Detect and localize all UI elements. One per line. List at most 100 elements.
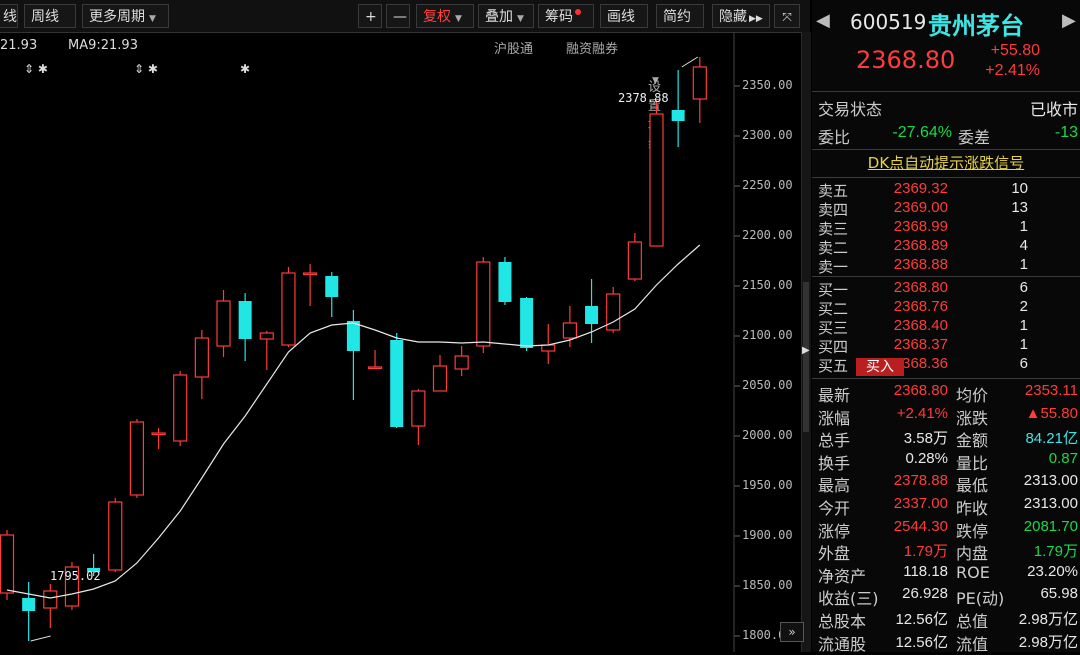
kline-chart-area[interactable]: 线 周线 更多周期 ▼ + — 复权 ▼ 叠加 ▼ 筹码 画线 简约 隐藏 ▶▶ ⤧ 2… — [0, 0, 811, 652]
next-stock-icon[interactable]: ▶ — [1062, 10, 1076, 31]
candle[interactable] — [390, 333, 404, 428]
stat-value: ▲55.80 — [1025, 404, 1078, 422]
candle[interactable] — [216, 290, 231, 357]
bid-row[interactable]: 买二 2368.76 2 — [812, 298, 1080, 318]
level-volume: 4 — [1019, 237, 1028, 254]
bid-row[interactable]: 买五 2368.36 6 — [812, 355, 1080, 375]
stat-label: ROE — [956, 562, 990, 582]
weekly-line-tab[interactable]: 周线 — [24, 4, 76, 28]
candle-body — [411, 390, 426, 427]
weibi-label: 委比 — [818, 128, 851, 147]
candle[interactable] — [0, 530, 15, 600]
ask-row[interactable]: 卖一 2368.88 1 — [812, 256, 1080, 276]
candle[interactable] — [627, 233, 642, 281]
bid-row[interactable]: 买三 2368.40 1 — [812, 317, 1080, 337]
more-periods-dropdown[interactable]: 更多周期 ▼ — [82, 4, 169, 28]
stock-code: 600519 — [850, 10, 927, 34]
candle[interactable] — [303, 264, 318, 306]
candle[interactable] — [259, 331, 274, 370]
candle-body — [454, 355, 469, 370]
dk-signal-link[interactable]: DK点自动提示涨跌信号 — [868, 154, 1024, 172]
candle[interactable] — [281, 267, 296, 347]
stat-label: 净资产 — [818, 566, 867, 586]
candle[interactable] — [520, 297, 534, 351]
chips-button[interactable]: 筹码 — [538, 4, 594, 28]
ask-row[interactable]: 卖二 2368.89 4 — [812, 237, 1080, 257]
candle-body — [325, 276, 339, 297]
candle[interactable] — [498, 257, 512, 305]
candlestick-plot[interactable] — [0, 32, 740, 652]
adjust-rights-dropdown[interactable]: 复权 ▼ — [416, 4, 474, 28]
overlay-dropdown[interactable]: 叠加 ▼ — [478, 4, 534, 28]
candle[interactable] — [129, 419, 144, 498]
level-label: 买二 — [818, 300, 849, 318]
candle[interactable] — [476, 257, 491, 353]
level-label: 买三 — [818, 319, 849, 337]
candle[interactable] — [43, 584, 58, 628]
stat-row: 收益(三) 26.928 PE(动) 65.98 — [812, 585, 1080, 609]
level-price: 2369.00 — [893, 199, 948, 216]
candle[interactable] — [432, 355, 448, 392]
expand-right-button[interactable]: » — [780, 622, 804, 642]
candle[interactable] — [671, 70, 685, 147]
draw-line-button[interactable]: 画线 — [600, 4, 648, 28]
daily-line-tab[interactable]: 线 — [0, 4, 18, 28]
scrollbar-thumb[interactable] — [803, 282, 809, 432]
ask-row[interactable]: 卖五 2369.32 10 — [812, 180, 1080, 200]
divider — [812, 177, 1080, 178]
candle[interactable] — [692, 57, 707, 123]
zoom-in-button[interactable]: + — [358, 4, 382, 28]
candle[interactable] — [22, 582, 36, 641]
stat-value: 1.79万 — [1033, 543, 1078, 561]
stat-row: 总股本 12.56亿 总值 2.98万亿 — [812, 608, 1080, 631]
stat-label: 昨收 — [956, 499, 989, 518]
simple-mode-button[interactable]: 简约 — [656, 4, 704, 28]
stat-label: 最高 — [818, 476, 851, 496]
bid-row[interactable]: 买一 2368.80 6 — [812, 279, 1080, 299]
ask-row[interactable]: 卖四 2369.00 13 — [812, 199, 1080, 219]
stat-value: 23.20% — [1027, 562, 1078, 580]
ask-row[interactable]: 卖三 2368.99 1 — [812, 218, 1080, 238]
stat-label: PE(动) — [956, 589, 1005, 609]
candle[interactable] — [173, 371, 188, 446]
bid-row[interactable]: 买四 2368.37 1 — [812, 336, 1080, 356]
candle[interactable] — [606, 287, 621, 333]
stat-row: 最高 2378.88 最低 2313.00 — [812, 472, 1080, 496]
candle[interactable] — [151, 428, 166, 449]
hide-button[interactable]: 隐藏 ▶▶ — [712, 4, 770, 28]
stat-row: 流通股 12.56亿 流值 2.98万亿 — [812, 631, 1080, 654]
candle[interactable] — [238, 293, 252, 361]
zoom-out-button[interactable]: — — [386, 4, 410, 28]
stat-value: 65.98 — [1040, 585, 1078, 603]
stat-value: 2313.00 — [1023, 495, 1078, 512]
candle[interactable] — [367, 350, 383, 370]
candle-body — [0, 534, 15, 594]
stat-label: 最低 — [956, 476, 989, 496]
price-change-pct: +2.41% — [985, 62, 1040, 79]
buy-button[interactable]: 买入 — [856, 358, 904, 376]
stat-label: 总值 — [956, 612, 989, 631]
candle-body — [238, 301, 252, 339]
level-volume: 10 — [1011, 180, 1028, 197]
candle[interactable] — [411, 389, 426, 445]
stat-label: 量比 — [956, 453, 989, 473]
divider — [812, 149, 1080, 150]
stat-value: 2378.88 — [893, 472, 948, 490]
stat-label: 均价 — [956, 386, 989, 405]
fullscreen-button[interactable]: ⤧ — [774, 4, 800, 28]
candle[interactable] — [454, 346, 469, 376]
stat-value: 2353.11 — [1024, 382, 1078, 399]
level-label: 买一 — [818, 281, 849, 299]
candle[interactable] — [108, 498, 123, 572]
candle[interactable] — [325, 272, 339, 317]
candle-body — [281, 272, 296, 346]
stat-value: 2.98万亿 — [1018, 633, 1078, 651]
level-volume: 1 — [1019, 256, 1028, 273]
stat-label: 外盘 — [818, 544, 851, 564]
level-label: 买四 — [818, 338, 849, 356]
candle[interactable] — [649, 102, 664, 247]
collapse-panel-icon[interactable]: ▶ — [802, 345, 810, 356]
price-tick-label: 2000.00 — [742, 428, 793, 442]
prev-stock-icon[interactable]: ◀ — [816, 10, 830, 31]
candle[interactable] — [194, 330, 209, 399]
